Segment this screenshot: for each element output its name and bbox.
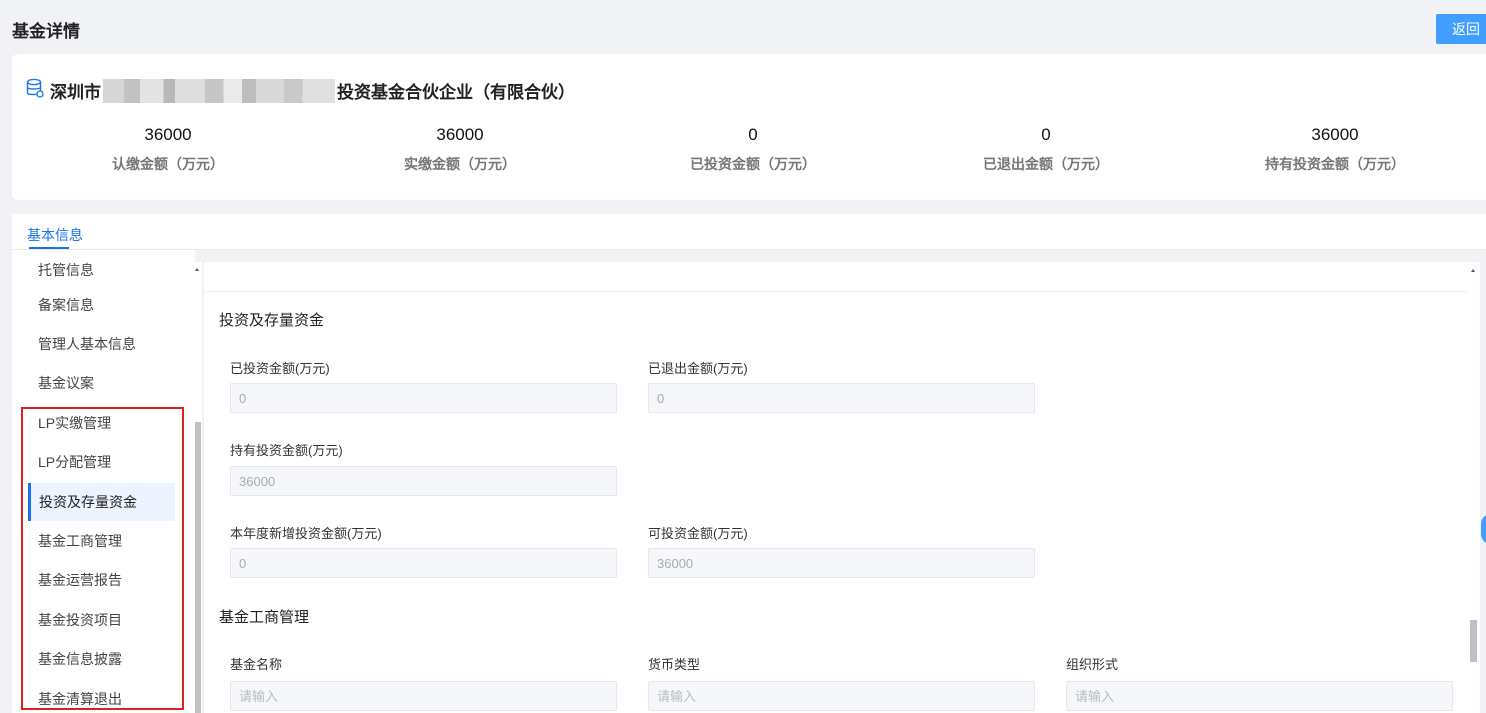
fund-name-label: 基金名称 xyxy=(230,657,283,672)
stat-value: 0 xyxy=(748,125,758,144)
sidebar-item-operation-report[interactable]: 基金运营报告 xyxy=(28,561,175,599)
sidebar-scrollbar-thumb[interactable] xyxy=(195,422,201,713)
stat-exited: 0 已退出金额（万元） xyxy=(900,124,1192,174)
stat-holding: 36000 持有投资金额（万元） xyxy=(1189,124,1481,174)
stat-paid-in: 36000 实缴金额（万元） xyxy=(314,124,606,174)
content-scrollbar-thumb[interactable] xyxy=(1470,620,1477,662)
tab-basic-info[interactable]: 基本信息 xyxy=(27,225,83,245)
stat-label: 已投资金额（万元） xyxy=(690,156,816,172)
stat-invested: 0 已投资金额（万元） xyxy=(607,124,899,174)
scroll-up-arrow-icon[interactable] xyxy=(1471,269,1475,272)
stat-label: 已退出金额（万元） xyxy=(983,156,1109,172)
available-amount-label: 可投资金额(万元) xyxy=(648,526,748,541)
stat-label: 持有投资金额（万元） xyxy=(1265,156,1405,172)
sidebar-item-disclosure[interactable]: 基金信息披露 xyxy=(28,640,175,678)
tab-bar: 基本信息 xyxy=(12,214,1486,250)
fund-name-input[interactable] xyxy=(230,681,617,711)
section-title-business: 基金工商管理 xyxy=(219,609,310,626)
stat-value: 0 xyxy=(1041,125,1051,144)
page-title: 基金详情 xyxy=(12,22,80,41)
divider xyxy=(204,291,1468,292)
sidebar-item-filing-info[interactable]: 备案信息 xyxy=(28,286,175,324)
sidebar-item-fund-proposals[interactable]: 基金议案 xyxy=(28,364,175,402)
exited-amount-field[interactable] xyxy=(648,383,1035,413)
currency-type-label: 货币类型 xyxy=(648,657,701,672)
stat-label: 实缴金额（万元） xyxy=(404,156,516,172)
sidebar-item-lp-paid-in[interactable]: LP实缴管理 xyxy=(28,404,175,442)
sidebar-scrollbar[interactable] xyxy=(193,262,202,713)
sidebar-item-liquidation-exit[interactable]: 基金清算退出 xyxy=(28,680,175,713)
sidebar-item-custody-info[interactable]: 托管信息 xyxy=(28,251,175,289)
org-form-label: 组织形式 xyxy=(1066,657,1119,672)
holding-amount-field[interactable] xyxy=(230,466,617,496)
available-amount-field[interactable] xyxy=(648,548,1035,578)
scroll-up-arrow-icon[interactable] xyxy=(195,268,199,271)
content-panel: 投资及存量资金 已投资金额(万元) 已退出金额(万元) 持有投资金额(万元) 本… xyxy=(204,262,1468,713)
fund-name-suffix: 投资基金合伙企业（有限合伙） xyxy=(337,83,575,102)
invested-amount-label: 已投资金额(万元) xyxy=(230,361,330,376)
page-header: 基金详情 返回 xyxy=(0,0,1486,54)
floating-action-button[interactable] xyxy=(1481,514,1486,544)
sidebar-item-manager-info[interactable]: 管理人基本信息 xyxy=(28,325,175,363)
sidebar-item-lp-distribution[interactable]: LP分配管理 xyxy=(28,443,175,481)
stat-label: 认缴金额（万元） xyxy=(112,156,224,172)
tab-active-indicator xyxy=(29,247,69,249)
sidebar-item-business-registration[interactable]: 基金工商管理 xyxy=(28,522,175,560)
sidebar-nav: 托管信息 备案信息 管理人基本信息 基金议案 LP实缴管理 LP分配管理 投资及… xyxy=(12,250,195,713)
fund-summary-card: 深圳市 投资基金合伙企业（有限合伙） 36000 认缴金额（万元） 36000 … xyxy=(12,54,1486,200)
sidebar-item-investment-funds[interactable]: 投资及存量资金 xyxy=(28,483,175,521)
exited-amount-label: 已退出金额(万元) xyxy=(648,361,748,376)
content-scrollbar[interactable] xyxy=(1468,262,1480,713)
holding-amount-label: 持有投资金额(万元) xyxy=(230,443,343,458)
new-investment-label: 本年度新增投资金额(万元) xyxy=(230,526,382,541)
database-icon xyxy=(26,78,44,98)
back-button[interactable]: 返回 xyxy=(1436,14,1486,44)
currency-type-input[interactable] xyxy=(648,681,1035,711)
fund-name: 深圳市 投资基金合伙企业（有限合伙） xyxy=(50,78,575,103)
stat-value: 36000 xyxy=(1311,125,1359,144)
sidebar-item-investment-projects[interactable]: 基金投资项目 xyxy=(28,601,175,639)
org-form-input[interactable] xyxy=(1066,681,1453,711)
section-title-investment: 投资及存量资金 xyxy=(219,312,325,329)
stat-value: 36000 xyxy=(144,125,192,144)
stats-row: 36000 认缴金额（万元） 36000 实缴金额（万元） 0 已投资金额（万元… xyxy=(12,124,1486,184)
fund-name-prefix: 深圳市 xyxy=(50,83,101,102)
redacted-text xyxy=(103,78,335,103)
invested-amount-field[interactable] xyxy=(230,383,617,413)
new-investment-field[interactable] xyxy=(230,548,617,578)
stat-subscribed: 36000 认缴金额（万元） xyxy=(22,124,314,174)
stat-value: 36000 xyxy=(436,125,484,144)
